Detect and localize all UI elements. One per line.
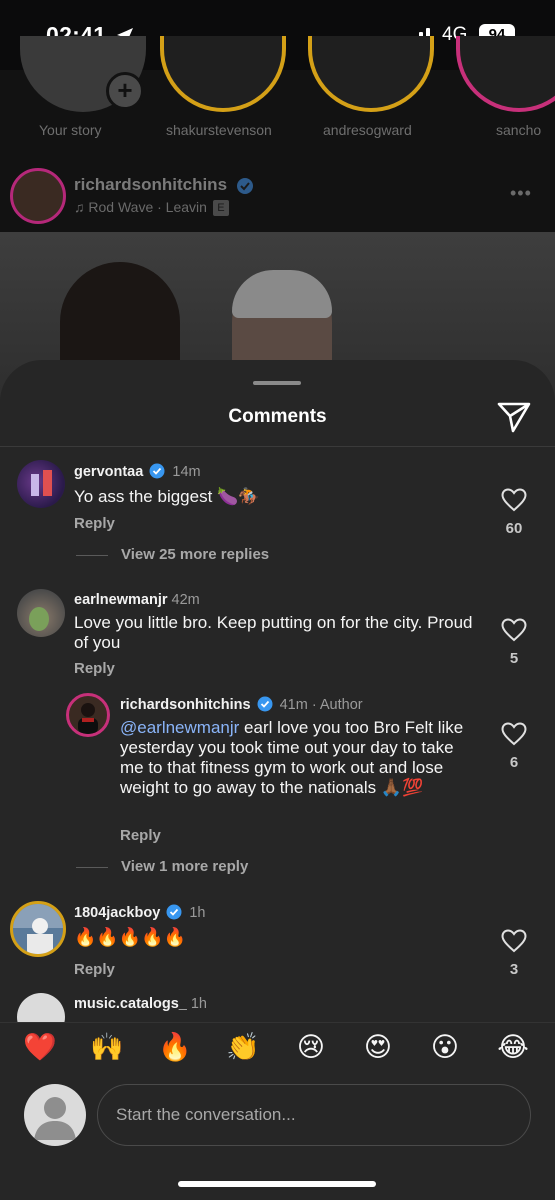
story-label: shakurstevenson	[166, 122, 272, 138]
like-count: 6	[509, 754, 519, 771]
comment-text: Love you little bro. Keep putting on for…	[74, 613, 473, 652]
comment-avatar[interactable]	[66, 693, 110, 737]
heart-icon[interactable]	[501, 722, 527, 746]
photo-cap	[232, 270, 332, 318]
post-header: richardsonhitchins ♫ Rod Wave · Leavin E …	[0, 160, 555, 230]
share-send-icon[interactable]	[496, 400, 532, 434]
comment-username[interactable]: richardsonhitchins	[120, 697, 251, 713]
heart-icon[interactable]	[501, 618, 527, 642]
surprised-emoji-button[interactable]: 😮	[427, 1031, 463, 1065]
current-user-avatar	[24, 1084, 86, 1146]
avatar-image-icon	[29, 607, 49, 631]
heart-icon[interactable]	[501, 488, 527, 512]
verified-badge-icon	[257, 696, 273, 712]
music-note-icon: ♫	[74, 199, 85, 215]
comment-text: 🔥🔥🔥🔥🔥	[74, 927, 187, 947]
raising-hands-emoji-button[interactable]: 🙌	[89, 1031, 125, 1065]
comment-time: 1h	[190, 996, 207, 1012]
verified-badge-icon	[149, 463, 165, 479]
heart-eyes-emoji-button[interactable]: 😍	[360, 1031, 396, 1065]
explicit-badge: E	[212, 200, 229, 216]
comment-input[interactable]	[97, 1084, 531, 1146]
crying-emoji-button[interactable]: 😢	[293, 1031, 329, 1065]
home-indicator[interactable]	[178, 1181, 376, 1187]
comment-avatar[interactable]	[17, 589, 65, 637]
story-avatar	[160, 36, 286, 112]
story-avatar	[308, 36, 434, 112]
comment-text: Yo ass the biggest 🍆🏇	[74, 487, 260, 506]
story-label: sancho	[496, 122, 542, 138]
stories-row: + Your story shakurstevenson andresogwar…	[0, 36, 555, 156]
reply-button[interactable]: Reply	[74, 515, 115, 532]
comment-username[interactable]: music.catalogs_	[74, 996, 187, 1012]
like-count: 5	[509, 650, 519, 667]
verified-badge-icon	[237, 178, 253, 194]
post-audio[interactable]: ♫ Rod Wave · Leavin E	[74, 199, 229, 216]
comment-avatar[interactable]	[17, 460, 65, 508]
comment-time: 41m · Author	[279, 697, 363, 713]
sheet-drag-handle[interactable]	[253, 381, 301, 385]
view-more-replies-button[interactable]: View 1 more reply	[121, 858, 248, 875]
comment-header: music.catalogs_ 1h	[74, 996, 207, 1012]
post-author-avatar[interactable]	[10, 168, 66, 224]
sheet-title: Comments	[228, 406, 327, 427]
avatar-image-icon	[78, 703, 98, 734]
thread-line	[76, 867, 108, 868]
comment-header: 1804jackboy 1h	[74, 904, 205, 921]
avatar-image-icon	[13, 904, 63, 954]
verified-badge-icon	[166, 904, 182, 920]
fire-emoji-button[interactable]: 🔥	[157, 1031, 193, 1065]
comment-header: richardsonhitchins 41m · Author	[120, 696, 363, 713]
mention-link[interactable]: @earlnewmanjr	[120, 718, 239, 737]
comment-username[interactable]: gervontaa	[74, 464, 143, 480]
quick-reactions-bar: ❤️ 🙌 🔥 👏 😢 😍 😮 😂	[0, 1022, 555, 1070]
comment-time: 42m	[171, 592, 200, 608]
story-label: Your story	[39, 122, 102, 138]
comment-header: gervontaa 14m	[74, 463, 201, 480]
story-avatar	[456, 36, 555, 112]
comment-username[interactable]: 1804jackboy	[74, 905, 160, 921]
more-options-icon[interactable]: •••	[510, 183, 532, 204]
avatar-image-icon	[31, 470, 52, 496]
comment-avatar[interactable]	[10, 901, 66, 957]
comment-time: 1h	[189, 905, 206, 921]
comment-header: earlnewmanjr 42m	[74, 592, 200, 608]
comment-time: 14m	[172, 464, 201, 480]
divider	[0, 446, 555, 447]
thread-line	[76, 555, 108, 556]
reply-button[interactable]: Reply	[120, 827, 161, 844]
default-profile-icon	[34, 1097, 76, 1140]
story-label: andresogward	[323, 122, 412, 138]
reply-button[interactable]: Reply	[74, 660, 115, 677]
view-more-replies-button[interactable]: View 25 more replies	[121, 546, 269, 563]
laughing-emoji-button[interactable]: 😂	[495, 1031, 531, 1065]
like-count: 60	[505, 520, 523, 537]
like-count: 3	[509, 961, 519, 978]
add-story-icon[interactable]: +	[106, 72, 144, 110]
heart-emoji-button[interactable]: ❤️	[22, 1031, 58, 1065]
post-author-username[interactable]: richardsonhitchins	[74, 175, 227, 195]
clapping-emoji-button[interactable]: 👏	[225, 1031, 261, 1065]
post-song-label: Rod Wave · Leavin	[88, 199, 207, 215]
heart-icon[interactable]	[501, 929, 527, 953]
reply-button[interactable]: Reply	[74, 961, 115, 978]
comment-username[interactable]: earlnewmanjr	[74, 592, 168, 608]
comment-text: @earlnewmanjr earl love you too Bro Felt…	[120, 718, 480, 798]
